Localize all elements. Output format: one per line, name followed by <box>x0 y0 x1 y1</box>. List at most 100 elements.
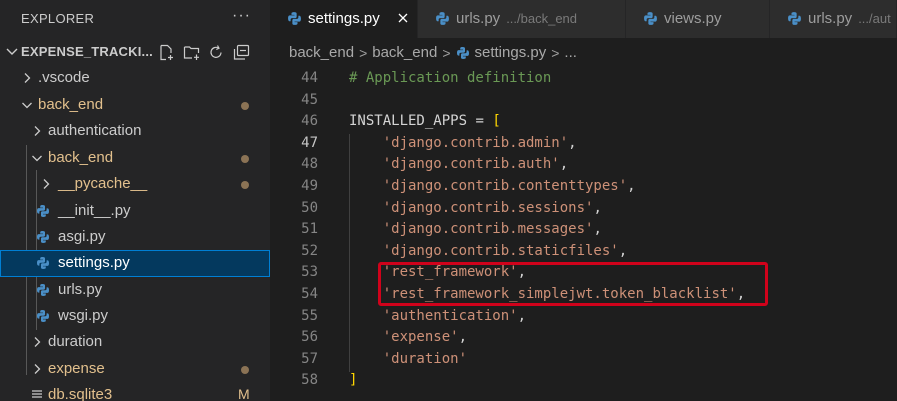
python-file-icon <box>643 11 658 31</box>
python-file-icon <box>456 46 470 60</box>
tab-label: urls.py <box>808 10 853 27</box>
tab-label: views.py <box>664 10 722 27</box>
tab-bar: settings.py urls.py .../back_end views.py… <box>270 0 897 38</box>
chevron-right-icon <box>20 71 34 90</box>
code-line[interactable]: 56 'expense', <box>270 327 897 349</box>
modified-dot <box>241 102 249 110</box>
modified-dot <box>241 155 249 163</box>
code-token: 'django.contrib.messages' <box>382 221 594 238</box>
tree-file-urls[interactable]: urls.py <box>0 277 270 304</box>
tree-folder-expense[interactable]: expense <box>0 356 270 383</box>
code-text: 'django.contrib.auth', <box>349 156 568 172</box>
code-token: , <box>618 242 628 259</box>
tab-settings-py[interactable]: settings.py <box>270 0 418 38</box>
line-number: 45 <box>301 91 318 108</box>
code-line[interactable]: 47 'django.contrib.admin', <box>270 133 897 155</box>
collapse-all-icon[interactable] <box>232 43 251 61</box>
tab-urls-py-back-end[interactable]: urls.py .../back_end <box>418 0 626 38</box>
tree-folder-back-end[interactable]: back_end <box>0 92 270 119</box>
code-line[interactable]: 45 <box>270 90 897 112</box>
tree-file-asgi[interactable]: asgi.py <box>0 224 270 251</box>
code-token: 'django.contrib.auth' <box>382 156 560 173</box>
explorer-sidebar: EXPLORER ··· EXPENSE_TRACKI... .vscode b… <box>0 0 270 401</box>
code-line[interactable]: 58] <box>270 370 897 392</box>
line-number: 47 <box>301 134 318 151</box>
chevron-down-icon <box>20 98 34 117</box>
tree-label: asgi.py <box>58 228 106 245</box>
code-line[interactable]: 46 INSTALLED_APPS = [ <box>270 111 897 133</box>
line-number: 48 <box>301 156 318 173</box>
code-line[interactable]: 51 'django.contrib.messages', <box>270 219 897 241</box>
code-line[interactable]: 52 'django.contrib.staticfiles', <box>270 241 897 263</box>
tree-folder-pycache[interactable]: __pycache__ <box>0 171 270 198</box>
tree-folder-back-end-inner[interactable]: back_end <box>0 145 270 172</box>
code-line[interactable]: 57 'duration' <box>270 349 897 371</box>
line-number: 46 <box>301 113 318 130</box>
tree-folder-authentication[interactable]: authentication <box>0 118 270 145</box>
code-text: INSTALLED_APPS = [ <box>349 113 501 129</box>
code-token: 'expense' <box>382 329 459 346</box>
chevron-right-icon <box>30 362 44 381</box>
close-icon[interactable] <box>396 11 410 30</box>
project-header[interactable]: EXPENSE_TRACKI... <box>0 40 270 64</box>
breadcrumb-item[interactable]: settings.py <box>475 44 547 61</box>
code-line[interactable]: 50 'django.contrib.sessions', <box>270 198 897 220</box>
line-number: 49 <box>301 178 318 194</box>
code-text: 'django.contrib.contenttypes', <box>349 178 636 194</box>
tree-file-settings[interactable]: settings.py <box>0 250 270 277</box>
new-folder-icon[interactable] <box>182 43 201 61</box>
database-file-icon <box>31 388 43 401</box>
tree-file-wsgi[interactable]: wsgi.py <box>0 303 270 330</box>
breadcrumb-item[interactable]: ... <box>564 44 577 61</box>
chevron-down-icon <box>4 43 20 64</box>
refresh-icon[interactable] <box>207 43 226 61</box>
code-line[interactable]: 48 'django.contrib.auth', <box>270 154 897 176</box>
code-line[interactable]: 55 'authentication', <box>270 306 897 328</box>
code-line[interactable]: 49 'django.contrib.contenttypes', <box>270 176 897 198</box>
python-file-icon <box>36 256 50 275</box>
tree-label: urls.py <box>58 281 103 298</box>
python-file-icon <box>287 11 302 31</box>
code-token: , <box>517 307 527 324</box>
more-actions-button[interactable]: ··· <box>232 7 251 25</box>
code-token: , <box>627 178 636 194</box>
code-line[interactable]: 44 # Application definition <box>270 68 897 90</box>
code-text: 'duration' <box>349 351 467 367</box>
tree-file-db-sqlite[interactable]: db.sqlite3 M <box>0 382 270 401</box>
tree-label: back_end <box>38 96 104 113</box>
chevron-right-icon <box>30 335 44 354</box>
code-token: 'django.contrib.admin' <box>382 134 569 151</box>
breadcrumb: back_end > back_end > settings.py > ... <box>289 44 577 61</box>
indent-guide <box>349 134 350 372</box>
tree-label: authentication <box>48 122 142 139</box>
code-text: 'django.contrib.messages', <box>349 221 602 237</box>
line-number: 50 <box>301 199 318 216</box>
breadcrumb-item[interactable]: back_end <box>289 44 354 61</box>
breadcrumb-separator: > <box>551 44 560 61</box>
line-number: 55 <box>301 307 318 324</box>
breadcrumb-separator: > <box>442 44 451 61</box>
code-token: 'django.contrib.contenttypes' <box>382 178 628 194</box>
line-number: 58 <box>301 372 318 389</box>
tab-urls-py-auth[interactable]: urls.py .../aut <box>770 0 897 38</box>
code-token: , <box>568 134 577 151</box>
code-token: , <box>593 221 602 238</box>
tree-file-init[interactable]: __init__.py <box>0 198 270 225</box>
tree-label: settings.py <box>58 254 130 271</box>
tree-folder-vscode[interactable]: .vscode <box>0 65 270 92</box>
tab-views-py[interactable]: views.py <box>626 0 770 38</box>
code-token: [ <box>492 113 501 130</box>
breadcrumb-item[interactable]: back_end <box>372 44 437 61</box>
tab-description: .../aut <box>858 11 891 26</box>
tree-folder-duration[interactable]: duration <box>0 329 270 356</box>
line-number: 56 <box>301 329 318 346</box>
code-token: 'duration' <box>382 350 468 367</box>
annotation-highlight-box <box>378 262 768 306</box>
new-file-icon[interactable] <box>157 43 176 61</box>
